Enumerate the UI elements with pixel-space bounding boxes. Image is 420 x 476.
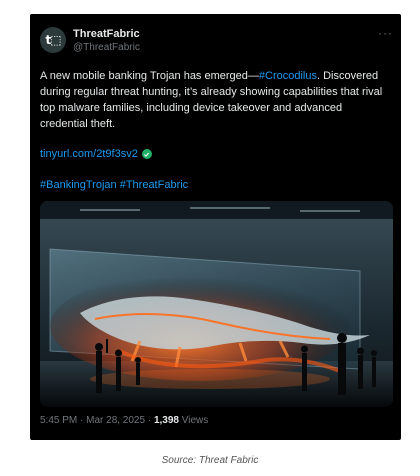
avatar[interactable]: t⬚ bbox=[40, 27, 66, 53]
crocodile-hologram-image bbox=[40, 201, 393, 407]
author-display-name[interactable]: ThreatFabric bbox=[73, 28, 140, 40]
more-horizontal-icon: ··· bbox=[378, 26, 393, 40]
tweet-meta: 5:45 PM · Mar 28, 2025 · 1,398 Views bbox=[40, 415, 208, 426]
tweet-media-image[interactable] bbox=[40, 201, 393, 407]
verified-check-icon bbox=[141, 149, 152, 159]
tweet-text: A new mobile banking Trojan has emerged—… bbox=[40, 68, 385, 132]
hashtag-bankingtrojan[interactable]: #BankingTrojan bbox=[40, 179, 117, 191]
link-line: tinyurl.com/2t9f3sv2 bbox=[40, 148, 152, 160]
views-label: Views bbox=[178, 415, 209, 426]
tweet-text-part1: A new mobile banking Trojan has emerged— bbox=[40, 70, 259, 82]
hashtag-threatfabric[interactable]: #ThreatFabric bbox=[120, 179, 188, 191]
more-options-button[interactable]: ··· bbox=[378, 26, 393, 40]
views-count: 1,398 bbox=[153, 415, 179, 426]
tinyurl-link[interactable]: tinyurl.com/2t9f3sv2 bbox=[40, 148, 138, 160]
hashtags-line: #BankingTrojan #ThreatFabric bbox=[40, 179, 188, 191]
tweet-card[interactable]: t⬚ ThreatFabric @ThreatFabric ··· A new … bbox=[30, 14, 401, 440]
tweet-timestamp[interactable]: 5:45 PM · Mar 28, 2025 · bbox=[40, 415, 154, 426]
author-handle[interactable]: @ThreatFabric bbox=[73, 42, 140, 53]
hashtag-crocodilus[interactable]: #Crocodilus bbox=[259, 70, 317, 82]
source-caption: Source: Threat Fabric bbox=[161, 455, 259, 466]
threatfabric-logo-icon: t⬚ bbox=[45, 33, 61, 47]
